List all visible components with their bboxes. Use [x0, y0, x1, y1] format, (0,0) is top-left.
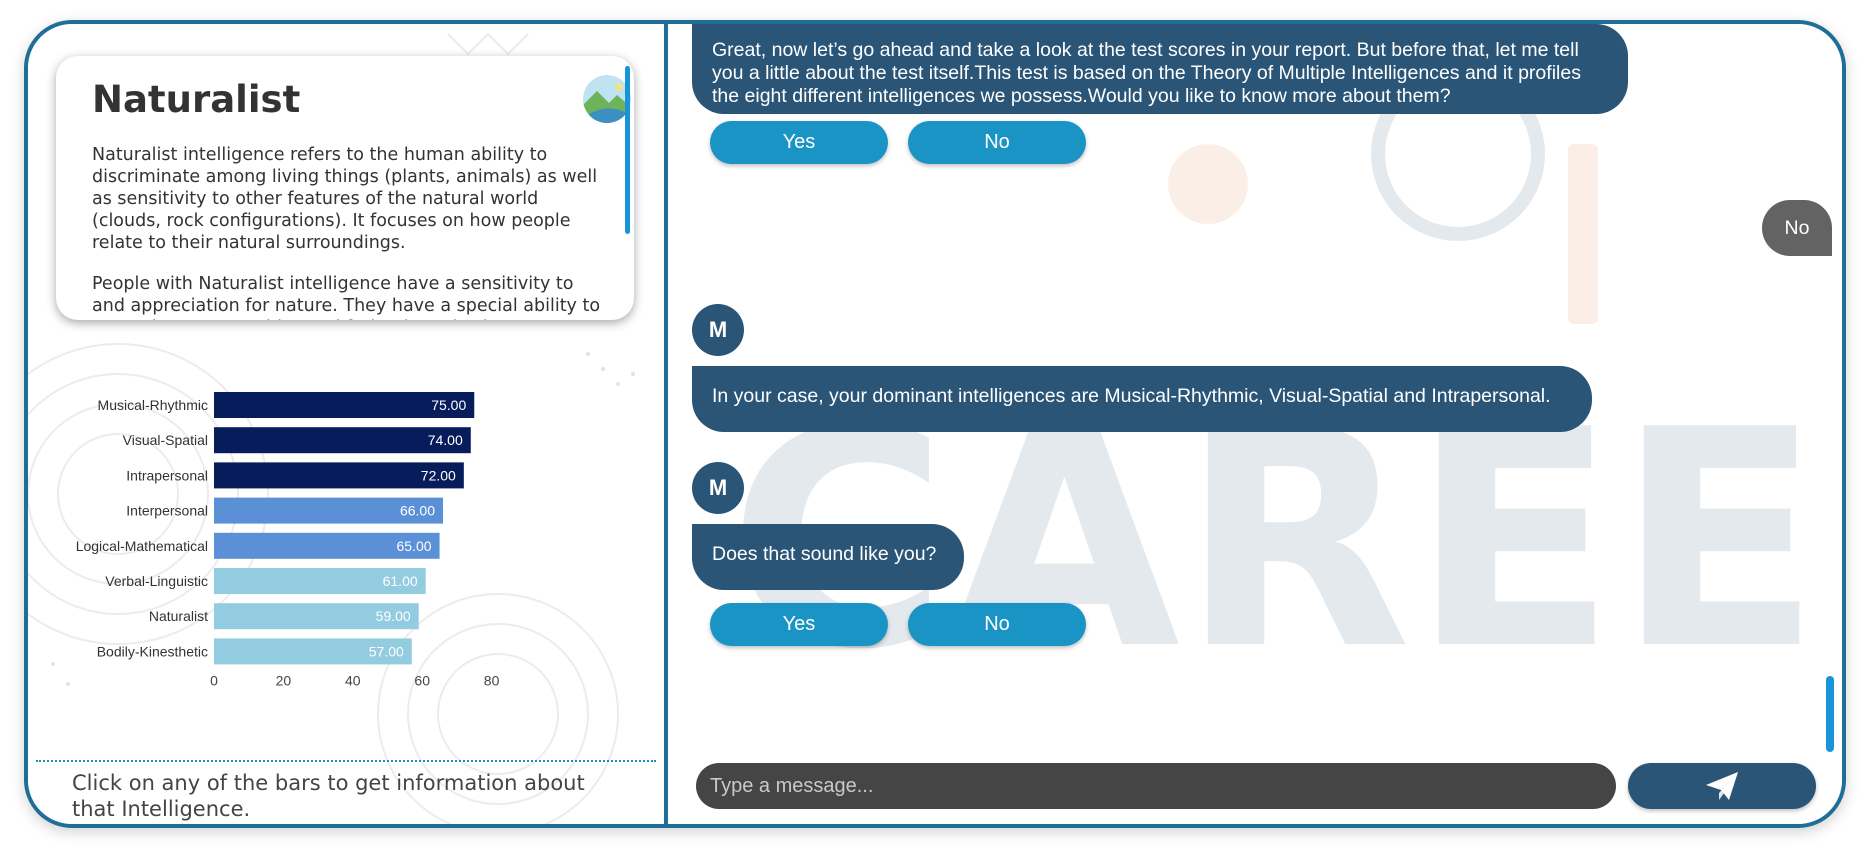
- category-label: Musical-Rhythmic: [98, 397, 208, 413]
- no-button[interactable]: No: [908, 603, 1086, 646]
- chat-scrollbar[interactable]: [1826, 676, 1834, 752]
- bar-value-label: 65.00: [397, 538, 432, 554]
- paper-plane-icon: [1706, 772, 1738, 800]
- x-tick-label: 0: [210, 673, 218, 689]
- category-label: Visual-Spatial: [123, 432, 208, 448]
- x-tick-label: 60: [414, 673, 430, 689]
- yes-button[interactable]: Yes: [710, 121, 888, 164]
- category-label: Bodily-Kinesthetic: [97, 643, 208, 659]
- bar-value-label: 74.00: [428, 432, 463, 448]
- category-label: Intrapersonal: [126, 467, 208, 483]
- landscape-icon: [583, 75, 631, 123]
- intelligence-description: Naturalist intelligence refers to the hu…: [92, 144, 602, 320]
- bot-avatar: M: [692, 304, 744, 356]
- user-message: No: [1762, 200, 1832, 256]
- bot-message: Does that sound like you?: [692, 524, 964, 590]
- bot-message-text: Great, now let’s go ahead and take a loo…: [712, 39, 1581, 107]
- bar-value-label: 75.00: [431, 397, 466, 413]
- send-button[interactable]: [1628, 763, 1816, 809]
- category-label: Verbal-Linguistic: [105, 573, 208, 589]
- chart-hint: Click on any of the bars to get informat…: [72, 771, 585, 821]
- yes-button[interactable]: Yes: [710, 603, 888, 646]
- bot-message-text: Does that sound like you?: [712, 543, 937, 565]
- bot-message: Great, now let’s go ahead and take a loo…: [692, 24, 1628, 114]
- intelligence-bar-chart: Musical-Rhythmic 75.00 Visual-Spatial 74.00…: [76, 392, 500, 689]
- bar-value-label: 66.00: [400, 503, 435, 519]
- x-tick-label: 20: [276, 673, 292, 689]
- card-scrollbar[interactable]: [625, 66, 630, 234]
- category-label: Naturalist: [149, 608, 208, 624]
- description-paragraph: People with Naturalist intelligence have…: [92, 274, 601, 320]
- category-label: Logical-Mathematical: [76, 538, 208, 554]
- divider: [36, 760, 656, 762]
- message-input[interactable]: [696, 763, 1616, 809]
- bar-value-label: 59.00: [376, 608, 411, 624]
- bar-value-label: 57.00: [369, 643, 404, 659]
- description-paragraph: Naturalist intelligence refers to the hu…: [92, 145, 598, 253]
- bot-avatar: M: [692, 462, 744, 514]
- x-tick-label: 80: [484, 673, 500, 689]
- category-label: Interpersonal: [126, 503, 208, 519]
- app-frame: Naturalist Naturalist intelligence refer…: [24, 20, 1846, 828]
- x-tick-label: 40: [345, 673, 361, 689]
- chat-panel: CAREER Great, now let’s go ahead and tak…: [668, 24, 1842, 824]
- no-button[interactable]: No: [908, 121, 1086, 164]
- bot-message: In your case, your dominant intelligence…: [692, 366, 1592, 432]
- bar-value-label: 72.00: [421, 467, 456, 483]
- bar-value-label: 61.00: [383, 573, 418, 589]
- intelligence-info-card: Naturalist Naturalist intelligence refer…: [56, 56, 634, 320]
- intelligence-title: Naturalist: [92, 78, 301, 121]
- bot-message-text: In your case, your dominant intelligence…: [712, 385, 1551, 407]
- report-panel: Naturalist Naturalist intelligence refer…: [28, 24, 664, 824]
